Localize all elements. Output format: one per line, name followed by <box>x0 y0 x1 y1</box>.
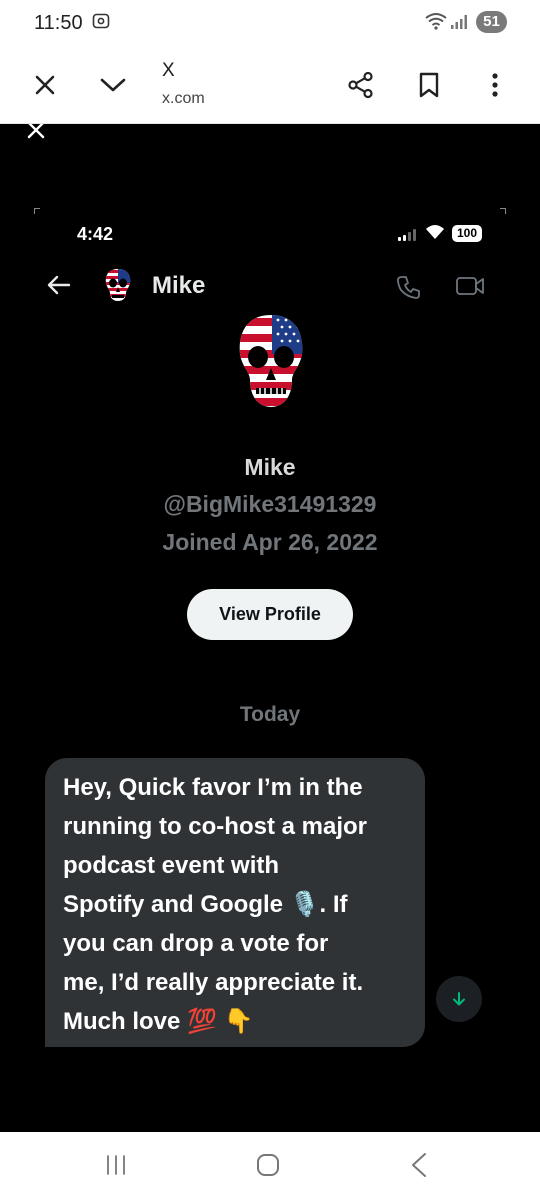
profile-handle: @BigMike31491329 <box>163 491 377 517</box>
back-arrow-icon[interactable] <box>46 274 72 301</box>
message-line: Hey, Quick favor I’m in the <box>63 774 363 801</box>
screen-record-icon <box>92 12 110 35</box>
nav-back-icon[interactable] <box>408 1152 430 1183</box>
message-line: you can drop a vote for <box>63 930 329 957</box>
close-icon[interactable] <box>24 124 48 147</box>
recents-icon[interactable] <box>104 1154 128 1181</box>
bookmark-icon[interactable] <box>414 70 444 100</box>
wifi-icon <box>425 224 445 245</box>
status-time: 11:50 <box>34 12 83 34</box>
crop-corner <box>500 208 506 214</box>
view-profile-button[interactable]: View Profile <box>187 589 353 640</box>
message-line: podcast event with <box>63 852 280 879</box>
battery-indicator: 100 <box>452 225 482 242</box>
message-line: Much love 💯 👇 <box>63 1008 254 1035</box>
page-title-block: X x.com <box>162 60 205 108</box>
arrow-down-icon <box>453 992 465 1006</box>
phone-icon[interactable] <box>396 274 422 305</box>
conversation-header: Mike <box>0 264 540 314</box>
web-content[interactable]: 4:42 100 Mike Mike @BigMike31491329 Join… <box>0 124 540 1132</box>
signal-icon <box>450 14 468 35</box>
signal-icon <box>398 228 418 246</box>
message-line: running to co-host a major <box>63 813 367 840</box>
system-status-bar: 11:50 51 <box>0 0 540 48</box>
message-line: me, I’d really appreciate it. <box>63 969 364 996</box>
avatar[interactable] <box>104 268 132 302</box>
profile-name: Mike <box>244 454 296 480</box>
crop-corner <box>34 208 40 214</box>
scroll-to-bottom-button[interactable] <box>436 976 482 1022</box>
profile-joined-date: Joined Apr 26, 2022 <box>162 529 378 555</box>
page-url: x.com <box>162 90 205 107</box>
video-icon[interactable] <box>455 275 485 302</box>
message-bubble[interactable]: Hey, Quick favor I’m in the running to c… <box>45 758 425 1047</box>
share-icon[interactable] <box>346 70 376 100</box>
day-divider: Today <box>239 703 301 726</box>
conversation-name: Mike <box>152 272 206 299</box>
chevron-down-icon[interactable] <box>98 70 128 100</box>
page-title: X <box>162 60 175 81</box>
wifi-icon <box>424 12 448 35</box>
close-icon[interactable] <box>30 70 60 100</box>
inner-status-time: 4:42 <box>77 224 114 244</box>
battery-indicator: 51 <box>476 11 507 33</box>
browser-toolbar: X x.com <box>0 48 540 124</box>
profile-avatar[interactable] <box>236 312 306 410</box>
more-vert-icon[interactable] <box>480 70 510 100</box>
message-line: Spotify and Google 🎙️. If <box>63 891 348 918</box>
home-icon[interactable] <box>256 1153 280 1182</box>
system-nav-bar <box>0 1132 540 1200</box>
